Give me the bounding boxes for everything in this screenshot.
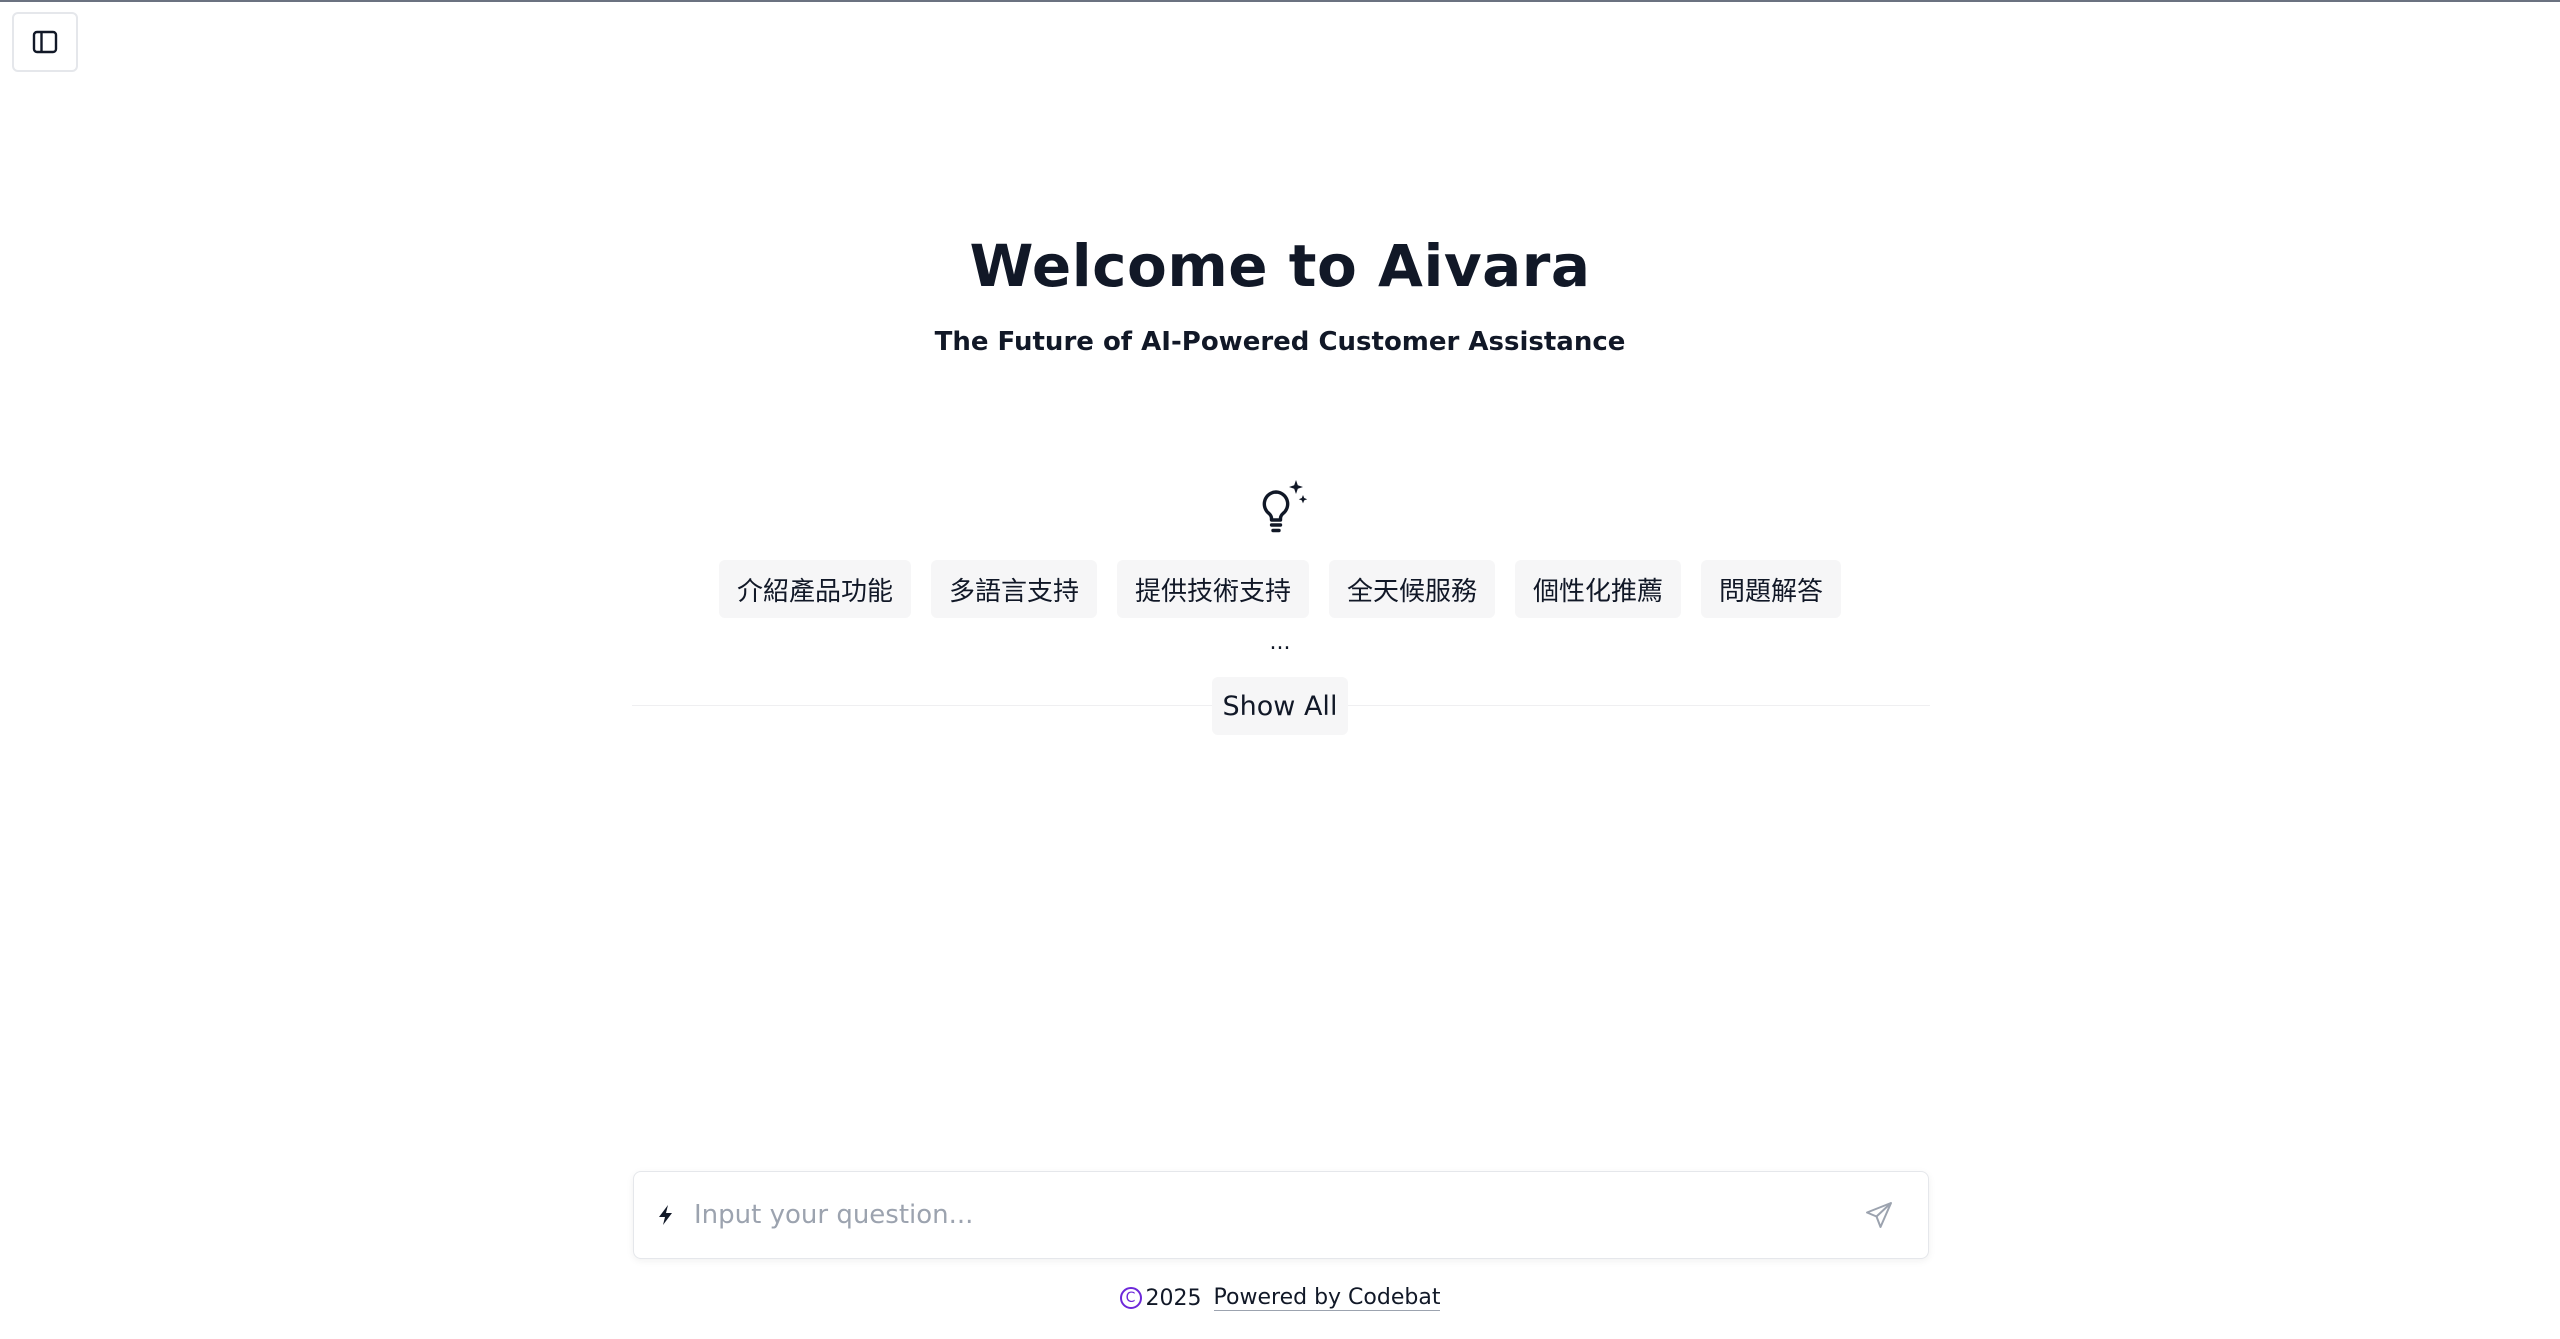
sidebar-panel-icon: [32, 30, 58, 54]
suggestion-chip[interactable]: 提供技術支持: [1116, 560, 1309, 618]
footer: C 2025 Powered by Codebat: [0, 1285, 2560, 1311]
suggestion-chip[interactable]: 個性化推薦: [1515, 560, 1682, 618]
question-input-box: [633, 1171, 1929, 1259]
suggestion-chip[interactable]: 多語言支持: [930, 560, 1097, 618]
suggestion-chips: 介紹產品功能 多語言支持 提供技術支持 全天候服務 個性化推薦 問題解答: [0, 560, 2560, 618]
more-ellipsis: ...: [1269, 630, 1291, 655]
copyright-icon: C: [1119, 1287, 1142, 1309]
sidebar-toggle-button[interactable]: [12, 12, 78, 72]
copyright-year: 2025: [1145, 1285, 1202, 1311]
suggestion-chip[interactable]: 介紹產品功能: [718, 560, 911, 618]
show-all-button[interactable]: Show All: [1212, 677, 1348, 735]
question-input[interactable]: [694, 1185, 1864, 1245]
lightbulb-sparkle-icon: [1262, 480, 1308, 533]
suggestion-chip[interactable]: 全天候服務: [1329, 560, 1496, 618]
page-title: Welcome to Aivara: [969, 232, 1591, 300]
page-subtitle: The Future of AI-Powered Customer Assist…: [934, 327, 1626, 357]
send-icon[interactable]: [1864, 1200, 1894, 1230]
suggestion-chip[interactable]: 問題解答: [1701, 560, 1842, 618]
powered-by-link[interactable]: Powered by Codebat: [1213, 1285, 1441, 1311]
bolt-icon: [659, 1205, 672, 1225]
